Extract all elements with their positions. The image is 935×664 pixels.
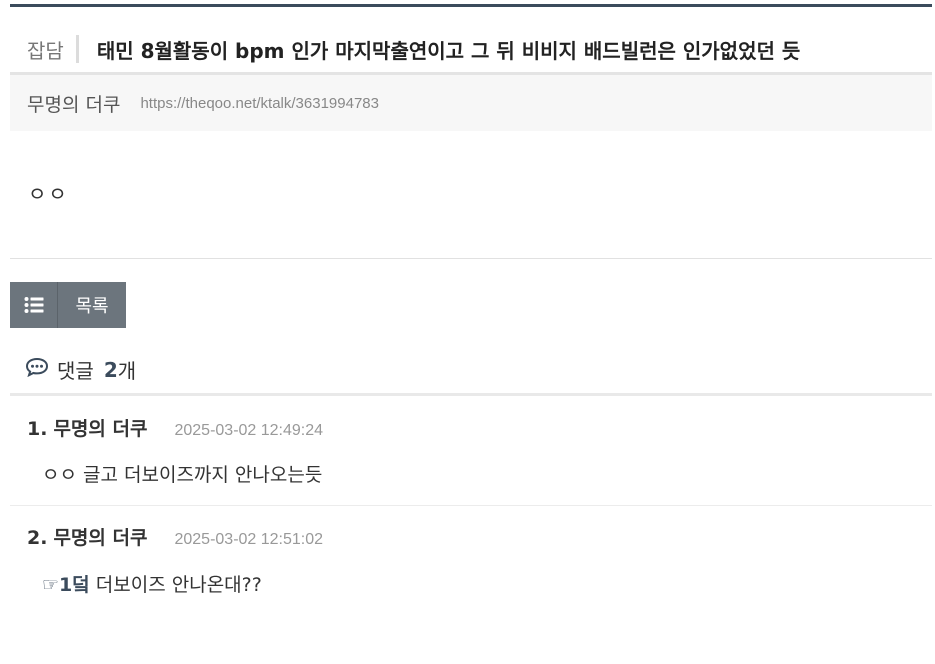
post-meta: 무명의 더쿠 https://theqoo.net/ktalk/36319947… xyxy=(10,75,932,131)
list-button-label: 목록 xyxy=(75,296,109,317)
post-category[interactable]: 잡담 xyxy=(10,35,76,64)
post-url-link[interactable]: https://theqoo.net/ktalk/3631994783 xyxy=(140,95,379,112)
comment-date: 2025-03-02 12:49:24 xyxy=(174,422,324,439)
comment-icon xyxy=(25,357,49,382)
post-title-row: 잡담 태민 8월활동이 bpm 인가 마지막출연이고 그 뒤 비비지 배드빌런은… xyxy=(10,26,932,72)
category-divider xyxy=(75,35,79,63)
post-title: 태민 8월활동이 bpm 인가 마지막출연이고 그 뒤 비비지 배드빌런은 인가… xyxy=(96,38,801,63)
post-author: 무명의 더쿠 xyxy=(27,93,121,116)
comment-item: 2. 무명의 더쿠 2025-03-02 12:51:02 ☞1덬 더보이즈 안… xyxy=(10,506,932,616)
comments-label: 댓글 xyxy=(57,359,94,383)
comment-date: 2025-03-02 12:51:02 xyxy=(174,531,324,548)
comment-body: ☞1덬 더보이즈 안나온대?? xyxy=(42,570,262,597)
list-button[interactable]: 목록 xyxy=(10,282,126,328)
body-divider xyxy=(10,258,932,259)
comment-author: 무명의 더쿠 xyxy=(53,418,148,440)
comment-meta: 2. 무명의 더쿠 2025-03-02 12:51:02 xyxy=(27,523,323,550)
reply-reference-link[interactable]: ☞1덬 xyxy=(42,574,90,596)
top-accent-rule xyxy=(10,4,932,7)
comment-author: 무명의 더쿠 xyxy=(53,527,148,549)
post-body: ㅇㅇ xyxy=(28,182,69,206)
comment-body-text: 더보이즈 안나온대?? xyxy=(89,574,262,596)
comment-item: 1. 무명의 더쿠 2025-03-02 12:49:24 ㅇㅇ 글고 더보이즈… xyxy=(10,396,932,506)
comment-meta: 1. 무명의 더쿠 2025-03-02 12:49:24 xyxy=(27,414,323,441)
comments-count-unit: 개 xyxy=(117,359,137,383)
comment-body: ㅇㅇ 글고 더보이즈까지 안나오는듯 xyxy=(42,464,323,486)
list-icon xyxy=(10,282,58,328)
comment-number: 1. xyxy=(27,418,48,440)
comments-header: 댓글 2개 xyxy=(25,355,136,384)
comments-count: 2 xyxy=(103,357,118,382)
comment-number: 2. xyxy=(27,527,48,549)
